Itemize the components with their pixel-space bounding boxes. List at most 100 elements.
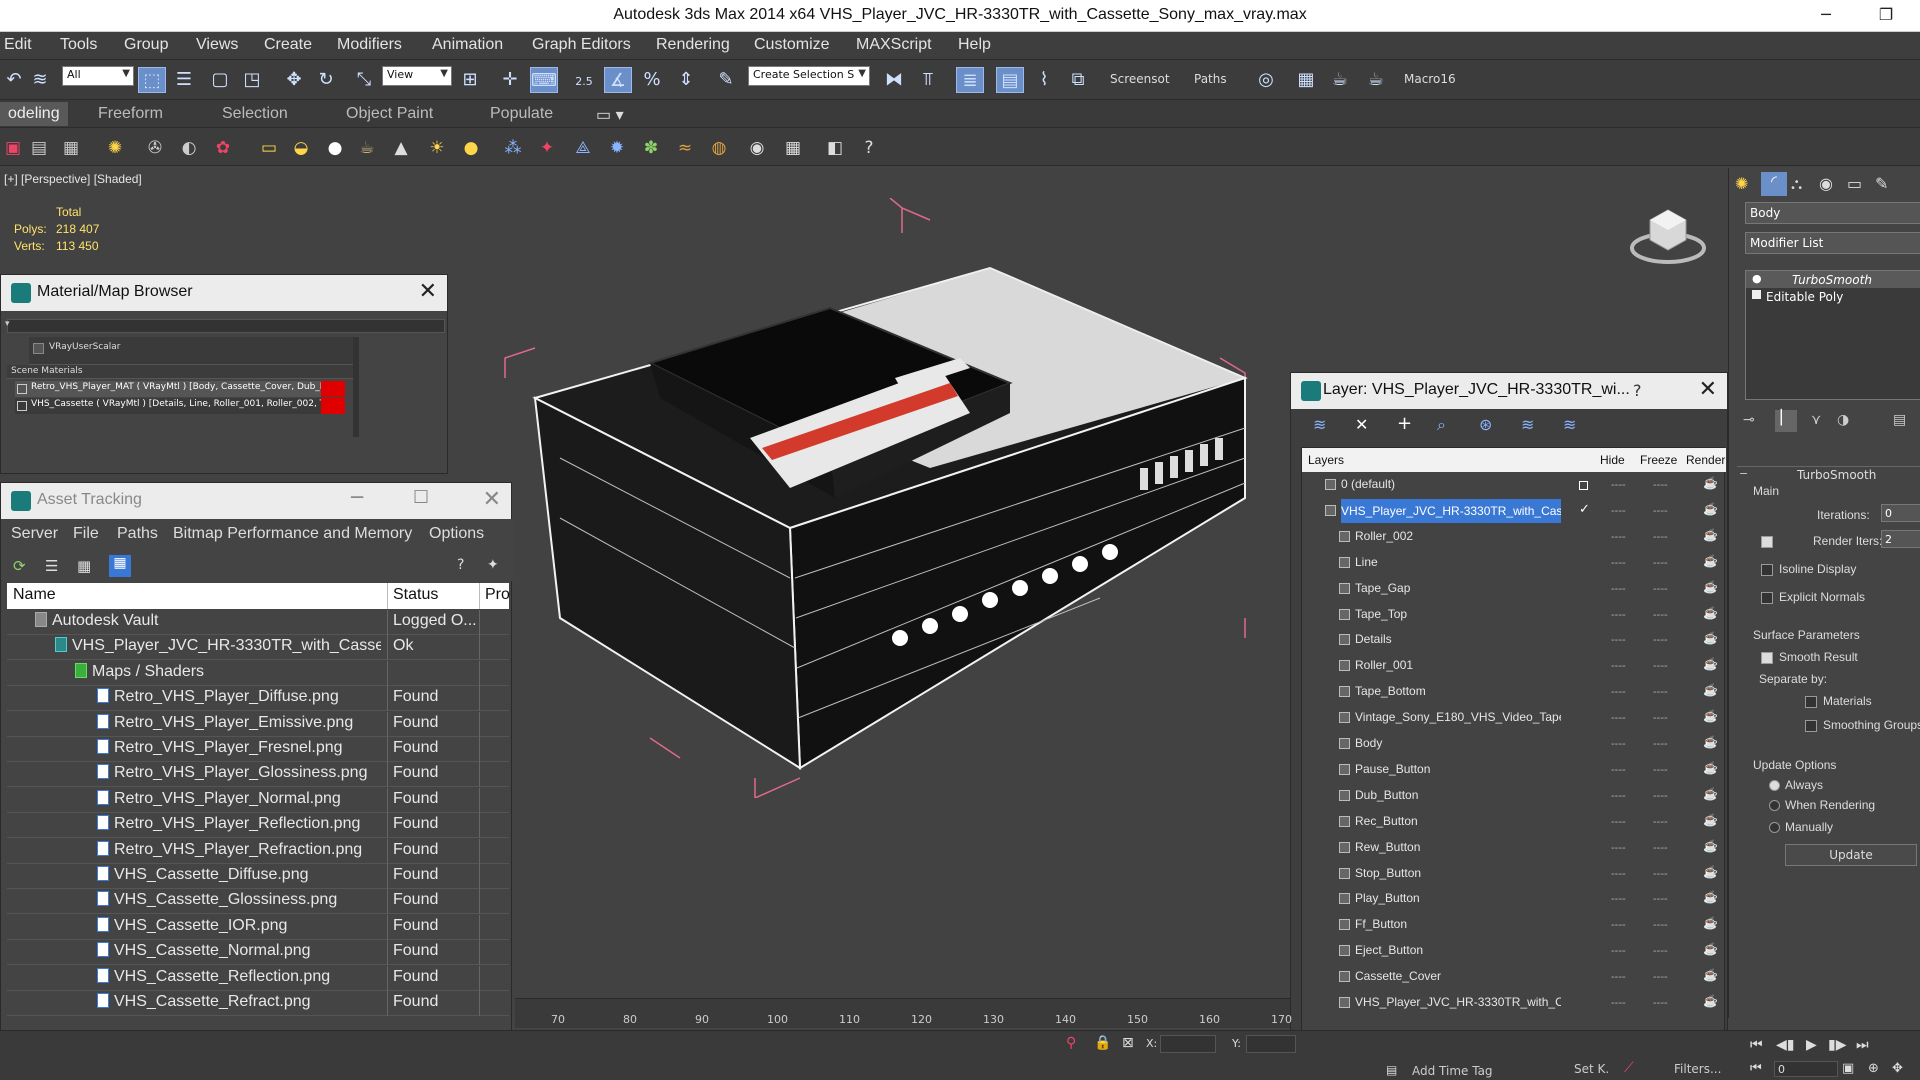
layer-row-active[interactable]: VHS_Player_JVC_HR-3330TR_with_Cassette --… <box>1303 498 1727 524</box>
layer-row[interactable]: Vintage_Sony_E180_VHS_Video_Tape ---- ----… <box>1303 706 1727 731</box>
reference-coord-dropdown[interactable]: View ▼ <box>382 66 452 86</box>
freeze-toggle[interactable]: ---- <box>1653 893 1668 905</box>
menu-create[interactable]: Create <box>264 36 312 54</box>
layer-row[interactable]: Pause_Button ---- ---- ☕ <box>1303 758 1727 783</box>
snap-toggle-icon[interactable]: 2.5 <box>570 67 598 93</box>
table-row[interactable]: Retro_VHS_Player_Glossiness.png Found <box>7 762 509 788</box>
render-iters-checkbox[interactable] <box>1761 536 1773 548</box>
dynamics-icon[interactable]: ✦ <box>534 135 560 161</box>
col-layers[interactable]: Layers <box>1308 453 1344 467</box>
layer-row[interactable]: Tape_Bottom ---- ---- ☕ <box>1303 680 1727 705</box>
select-manipulate-icon[interactable]: ✛ <box>496 67 524 93</box>
asset-tracking-header[interactable]: Asset Tracking ─ ☐ ✕ <box>1 483 511 519</box>
layer-row[interactable]: Rec_Button ---- ---- ☕ <box>1303 810 1727 835</box>
menu-maxscript[interactable]: MAXScript <box>856 36 932 54</box>
particle-icon[interactable]: ⁂ <box>500 135 526 161</box>
menu-edit[interactable]: Edit <box>4 36 32 54</box>
freeze-toggle[interactable]: ---- <box>1653 842 1668 854</box>
layer-row[interactable]: Roller_001 ---- ---- ☕ <box>1303 654 1727 679</box>
hair-icon[interactable]: ≈ <box>672 135 698 161</box>
window-crossing-icon[interactable]: ◳ <box>238 67 266 93</box>
render-teapot-icon[interactable]: ☕ <box>1703 787 1718 801</box>
render-teapot-icon[interactable]: ☕ <box>1703 476 1718 490</box>
render-teapot-icon[interactable]: ☕ <box>1703 916 1718 930</box>
transform-mode-icon[interactable]: ⊠ <box>1122 1035 1134 1051</box>
render-teapot-icon[interactable]: ☕ <box>1703 994 1718 1008</box>
manually-radio[interactable] <box>1769 822 1780 833</box>
freeze-toggle[interactable]: ---- <box>1653 479 1668 491</box>
col-hide[interactable]: Hide <box>1600 453 1625 467</box>
layer-row[interactable]: Body ---- ---- ☕ <box>1303 732 1727 757</box>
y-coordinate-input[interactable] <box>1246 1035 1296 1053</box>
hide-toggle[interactable]: ---- <box>1611 816 1626 828</box>
table-row[interactable]: Retro_VHS_Player_Diffuse.png Found <box>7 686 509 712</box>
scale-icon[interactable]: ⤡ <box>350 67 378 93</box>
hide-toggle[interactable]: ---- <box>1611 583 1626 595</box>
edit-named-selection-icon[interactable]: ✎ <box>712 67 740 93</box>
smooth-result-checkbox[interactable] <box>1761 652 1773 664</box>
tab-populate[interactable]: Populate <box>490 105 553 123</box>
col-status[interactable]: Status <box>393 586 438 604</box>
render-sphere-icon[interactable]: ◉ <box>744 135 770 161</box>
iterations-spinner[interactable]: 0 <box>1881 504 1920 522</box>
macro-button[interactable]: Macro16 <box>1404 72 1456 86</box>
layer-row[interactable]: Eject_Button ---- ---- ☕ <box>1303 939 1727 964</box>
material-browser-header[interactable]: Material/Map Browser ✕ <box>1 275 447 311</box>
view-cube-icon[interactable] <box>1628 198 1708 268</box>
table-row[interactable]: VHS_Player_JVC_HR-3330TR_with_Cassette..… <box>7 635 509 661</box>
paths-button[interactable]: Paths <box>1194 72 1227 86</box>
freeze-toggle[interactable]: ---- <box>1653 686 1668 698</box>
menu-options[interactable]: Options <box>429 525 484 543</box>
time-tag-icon[interactable]: ▤ <box>1386 1063 1397 1077</box>
named-selection-dropdown[interactable]: Create Selection S ▼ <box>748 66 870 86</box>
materials-checkbox[interactable] <box>1805 696 1817 708</box>
material-scrollbar[interactable] <box>353 337 359 437</box>
schematic-view-icon[interactable]: ⧉ <box>1064 67 1092 93</box>
turbosmooth-rollout-header[interactable]: − TurboSmooth <box>1737 466 1920 482</box>
menu-animation[interactable]: Animation <box>432 36 503 54</box>
table-row[interactable]: Retro_VHS_Player_Refraction.png Found <box>7 838 509 864</box>
render-teapot-icon[interactable]: ☕ <box>1703 813 1718 827</box>
current-frame-input[interactable]: 0 <box>1774 1061 1838 1077</box>
hide-all-icon[interactable]: ≋ <box>1521 415 1534 434</box>
percent-snap-icon[interactable]: % <box>638 67 666 93</box>
play-icon[interactable]: ▶ <box>1806 1037 1817 1053</box>
tree-view-icon[interactable]: ▦ <box>77 557 91 575</box>
table-row[interactable]: Maps / Shaders <box>7 660 509 686</box>
minimize-button[interactable]: ─ <box>1796 0 1856 32</box>
utilities-tab-icon[interactable]: ✎ <box>1875 174 1888 193</box>
undo-icon[interactable]: ↶ <box>0 67 28 93</box>
render-teapot-icon[interactable]: ☕ <box>1703 735 1718 749</box>
select-objects-icon[interactable]: ⌕ <box>1437 415 1446 435</box>
render-setup-icon[interactable]: ▦ <box>1292 67 1320 93</box>
render-frame-icon[interactable]: ☕ <box>1326 67 1354 93</box>
freeze-toggle[interactable]: ---- <box>1653 583 1668 595</box>
col-render[interactable]: Render <box>1686 453 1725 467</box>
make-unique-icon[interactable]: ⋎ <box>1811 412 1821 428</box>
key-icon[interactable]: ⚲ <box>1066 1035 1076 1051</box>
mesh-icon[interactable]: ⟁ <box>570 135 596 161</box>
key-filter-icon[interactable]: ⟋ <box>1624 1060 1634 1076</box>
timeline[interactable]: 70 80 90 100 110 120 130 140 150 160 170 <box>515 998 1292 1028</box>
render-teapot-icon[interactable]: ☕ <box>1703 528 1718 542</box>
hide-toggle[interactable]: ---- <box>1611 971 1626 983</box>
hide-toggle[interactable]: ---- <box>1611 919 1626 931</box>
render-teapot-icon[interactable]: ☕ <box>1703 968 1718 982</box>
motion-tab-icon[interactable]: ◉ <box>1819 174 1833 193</box>
freeze-toggle[interactable]: ---- <box>1653 609 1668 621</box>
menu-server[interactable]: Server <box>11 525 58 543</box>
render-teapot-icon[interactable]: ☕ <box>1703 890 1718 904</box>
hide-toggle[interactable]: ---- <box>1611 479 1626 491</box>
render-teapot-icon[interactable]: ☕ <box>1703 761 1718 775</box>
vhs-player-model[interactable] <box>500 198 1300 798</box>
hide-toggle[interactable]: ---- <box>1611 557 1626 569</box>
select-object-icon[interactable]: ⬚ <box>138 67 166 93</box>
angle-snap-icon[interactable]: ∡ <box>604 67 632 93</box>
freeze-toggle[interactable]: ---- <box>1653 945 1668 957</box>
close-icon[interactable]: ✕ <box>483 487 501 512</box>
update-button[interactable]: Update <box>1785 844 1917 866</box>
settings-icon[interactable]: ✦ <box>487 557 499 573</box>
col-pro[interactable]: Pro <box>485 586 510 604</box>
add-time-tag-button[interactable]: Add Time Tag <box>1412 1064 1493 1078</box>
help-icon[interactable]: ? <box>457 557 464 573</box>
